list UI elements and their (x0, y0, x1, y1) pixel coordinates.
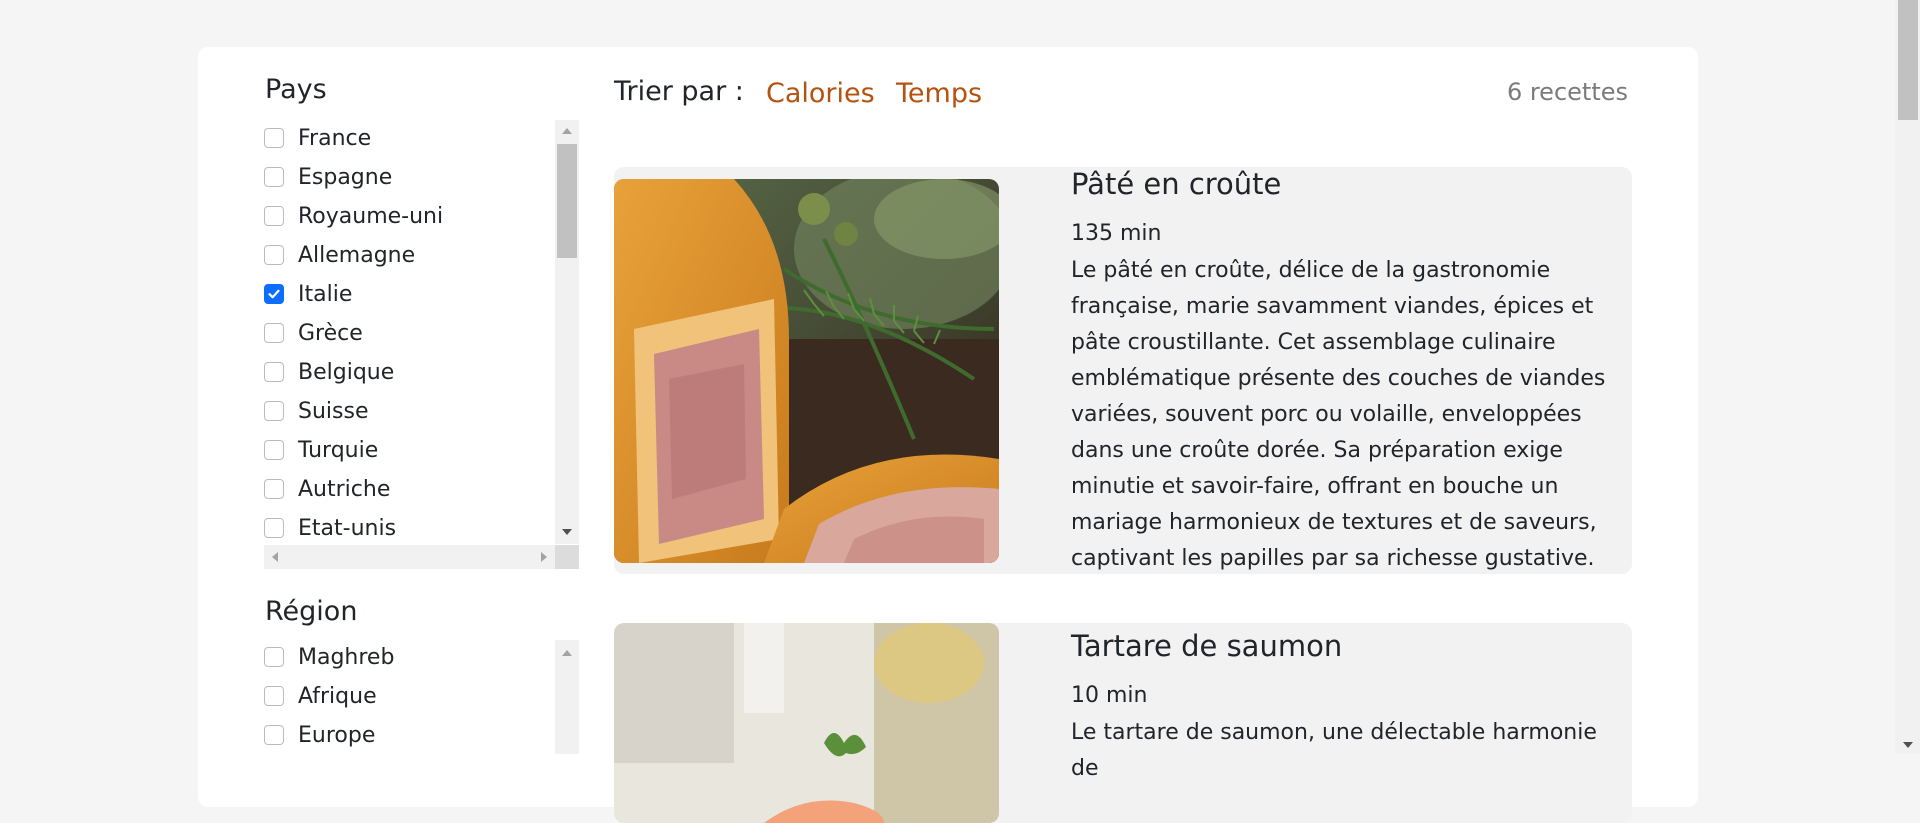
checkbox[interactable] (264, 647, 284, 667)
checkbox[interactable] (264, 323, 284, 343)
pays-list[interactable]: France Espagne Royaume-uni Allemagne Italie G… (264, 120, 579, 569)
scroll-up-arrow-icon[interactable] (562, 650, 572, 656)
filter-option[interactable]: France (264, 123, 371, 153)
filter-option-label: Espagne (298, 164, 393, 190)
scroll-down-arrow-icon[interactable] (562, 529, 572, 535)
checkbox[interactable] (264, 479, 284, 499)
recipe-time: 10 min (1071, 683, 1148, 708)
checkbox[interactable] (264, 686, 284, 706)
filter-title-region: Région (265, 596, 358, 627)
recipe-image[interactable] (614, 179, 999, 563)
filter-option-label: France (298, 125, 372, 151)
scrollbar-corner (555, 545, 579, 569)
filter-option[interactable]: Etat-unis (264, 513, 396, 543)
filter-option[interactable]: Autriche (264, 474, 390, 504)
pays-scrollbar-thumb[interactable] (557, 144, 577, 258)
filter-option-label: Allemagne (298, 242, 416, 268)
scroll-down-arrow-icon[interactable] (1903, 742, 1913, 748)
sort-calories-link[interactable]: Calories (766, 78, 875, 109)
page-scrollbar-thumb[interactable] (1898, 0, 1918, 120)
recipe-title[interactable]: Tartare de saumon (1071, 629, 1342, 663)
filter-option-label: Belgique (298, 359, 395, 385)
checkbox[interactable] (264, 245, 284, 265)
filter-option-label: Royaume-uni (298, 203, 444, 229)
filter-option-label: Italie (298, 281, 353, 307)
checkbox[interactable] (264, 284, 284, 304)
recipe-description: Le tartare de saumon, une délectable har… (1071, 720, 1597, 781)
checkbox[interactable] (264, 167, 284, 187)
tartare-de-saumon-photo (614, 623, 999, 823)
filter-option-label: Maghreb (298, 644, 395, 670)
pate-en-croute-photo (614, 179, 999, 563)
region-vertical-scrollbar[interactable] (555, 640, 579, 754)
filter-option[interactable]: Afrique (264, 681, 377, 711)
filter-option[interactable]: Royaume-uni (264, 201, 443, 231)
checkbox[interactable] (264, 128, 284, 148)
scroll-right-arrow-icon[interactable] (541, 552, 547, 562)
filter-option[interactable]: Europe (264, 720, 375, 750)
filter-option[interactable]: Turquie (264, 435, 378, 465)
filter-option[interactable]: Maghreb (264, 642, 394, 672)
recipe-card[interactable]: Tartare de saumon 10 min Le tartare de s… (614, 623, 1632, 823)
sort-label: Trier par : (614, 76, 744, 107)
pays-vertical-scrollbar[interactable] (555, 120, 579, 544)
sort-temps-link[interactable]: Temps (896, 78, 982, 109)
filter-option-label: Europe (298, 722, 376, 748)
filter-option[interactable]: Grèce (264, 318, 363, 348)
checkbox[interactable] (264, 401, 284, 421)
filter-option-label: Suisse (298, 398, 369, 424)
filter-option-label: Grèce (298, 320, 363, 346)
filter-option[interactable]: Belgique (264, 357, 394, 387)
check-icon (268, 289, 280, 299)
filter-option[interactable]: Allemagne (264, 240, 415, 270)
checkbox[interactable] (264, 206, 284, 226)
scroll-up-arrow-icon[interactable] (562, 128, 572, 134)
page-vertical-scrollbar[interactable] (1895, 0, 1920, 754)
filter-option-label: Turquie (298, 437, 379, 463)
filter-option-label: Afrique (298, 683, 377, 709)
checkbox[interactable] (264, 440, 284, 460)
filter-option[interactable]: Suisse (264, 396, 368, 426)
recipe-description: Le pâté en croûte, délice de la gastrono… (1071, 258, 1606, 571)
region-list[interactable]: Maghreb Afrique Europe (264, 640, 579, 754)
filter-title-pays: Pays (265, 74, 327, 105)
filter-option-label: Etat-unis (298, 515, 397, 541)
checkbox[interactable] (264, 518, 284, 538)
scroll-left-arrow-icon[interactable] (272, 552, 278, 562)
pays-horizontal-scrollbar[interactable] (264, 545, 555, 569)
recipe-time: 135 min (1071, 221, 1162, 246)
recipe-count: 6 recettes (1506, 78, 1628, 106)
filter-option[interactable]: Italie (264, 279, 352, 309)
checkbox[interactable] (264, 725, 284, 745)
filter-option-label: Autriche (298, 476, 391, 502)
recipe-image[interactable] (614, 623, 999, 823)
checkbox[interactable] (264, 362, 284, 382)
recipe-title[interactable]: Pâté en croûte (1071, 167, 1281, 201)
recipe-card[interactable]: Pâté en croûte 135 min Le pâté en croûte… (614, 167, 1632, 574)
filter-option[interactable]: Espagne (264, 162, 392, 192)
